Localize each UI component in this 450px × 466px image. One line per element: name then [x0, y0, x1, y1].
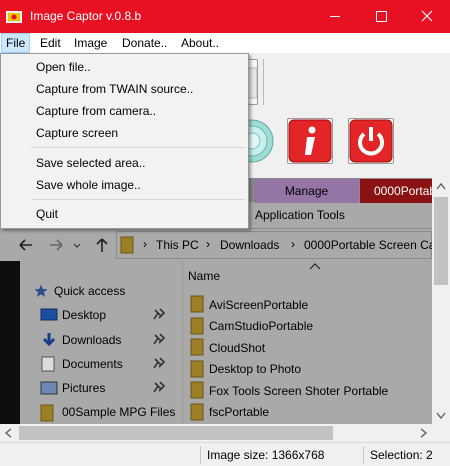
folder-icon: [190, 338, 204, 356]
folder-icon: [190, 403, 204, 421]
close-button[interactable]: [404, 0, 450, 33]
vertical-scrollbar[interactable]: [432, 178, 450, 424]
nav-downloads: Downloads: [62, 333, 122, 347]
captured-nav-icons: [19, 238, 108, 252]
menu-edit[interactable]: Edit: [36, 33, 65, 53]
nav-documents: Documents: [62, 357, 123, 371]
horizontal-scrollbar[interactable]: [0, 424, 432, 442]
address-segment-downloads: Downloads: [220, 238, 280, 252]
nav-sample-folder: 00Sample MPG Files: [62, 405, 176, 419]
maximize-icon: [376, 11, 387, 22]
file-item: Fox Tools Screen Shoter Portable: [209, 384, 389, 398]
nav-desktop: Desktop: [62, 308, 107, 322]
folder-icon: [190, 317, 204, 335]
address-segment-folder: 0000Portable Screen Ca: [304, 238, 432, 252]
info-icon: [288, 119, 332, 163]
folder-icon: [190, 381, 204, 399]
menu-open-file[interactable]: Open file..: [36, 57, 91, 77]
pictures-icon: [40, 381, 58, 395]
pin-icon: [153, 308, 165, 320]
title-bar[interactable]: Image Captor v.0.8.b: [0, 0, 450, 33]
captured-portable-tab: 0000Portab: [360, 179, 432, 203]
column-header-name: Name: [188, 269, 221, 283]
power-icon: [349, 119, 393, 163]
captured-app-tools-tab: Application Tools: [255, 208, 345, 222]
status-image-size: Image size: 1366x768: [207, 448, 325, 462]
desktop-icon: [40, 308, 58, 321]
menu-image[interactable]: Image: [70, 33, 111, 53]
folder-icon: [190, 360, 204, 378]
status-bar: Image size: 1366x768 Selection: 2: [0, 442, 450, 466]
close-icon: [421, 10, 433, 22]
star-icon: [34, 284, 48, 297]
minimize-button[interactable]: [312, 0, 358, 33]
sort-ascending-icon: [309, 263, 321, 270]
pin-icon: [153, 333, 165, 345]
menu-file[interactable]: File: [1, 33, 31, 53]
scroll-down-icon[interactable]: [432, 406, 450, 424]
folder-icon: [120, 236, 134, 254]
menu-capture-screen[interactable]: Capture screen: [36, 123, 118, 143]
menu-capture-camera[interactable]: Capture from camera..: [36, 101, 156, 121]
menu-donate[interactable]: Donate..: [118, 33, 171, 53]
file-item: AviScreenPortable: [209, 298, 309, 312]
folder-icon: [190, 295, 204, 313]
scroll-left-icon[interactable]: [0, 424, 18, 442]
status-divider: [363, 446, 364, 464]
pin-icon: [153, 357, 165, 369]
menu-save-selected-area[interactable]: Save selected area..: [36, 153, 145, 173]
address-chevron: ›: [206, 237, 210, 251]
menu-capture-twain[interactable]: Capture from TWAIN source..: [36, 79, 193, 99]
address-segment-this-pc: This PC: [156, 238, 199, 252]
status-divider: [200, 446, 201, 464]
scrollbar-corner: [432, 424, 450, 442]
documents-icon: [41, 356, 55, 372]
menu-about[interactable]: About..: [177, 33, 223, 53]
file-item: CamStudioPortable: [209, 319, 314, 333]
about-info-button[interactable]: [287, 118, 333, 164]
vertical-scroll-thumb[interactable]: [434, 197, 448, 285]
nav-pictures: Pictures: [62, 381, 106, 395]
file-menu-dropdown: Open file.. Capture from TWAIN source.. …: [0, 53, 249, 229]
status-selection: Selection: 2: [370, 448, 433, 462]
folder-icon: [40, 404, 54, 422]
pane-divider: [182, 261, 183, 424]
file-item: fscPortable: [209, 405, 270, 419]
maximize-button[interactable]: [358, 0, 404, 33]
captured-left-edge: [0, 261, 20, 424]
toolbar-divider: [263, 59, 264, 105]
nav-quick-access: Quick access: [54, 284, 126, 298]
menu-separator: [31, 199, 245, 200]
captured-manage-tab: Manage: [254, 179, 359, 203]
download-icon: [42, 333, 56, 347]
address-chevron: ›: [143, 237, 147, 251]
scroll-right-icon[interactable]: [414, 424, 432, 442]
menu-quit[interactable]: Quit: [36, 204, 58, 224]
window-title: Image Captor v.0.8.b: [30, 9, 142, 23]
minimize-icon: [330, 16, 340, 17]
quit-button[interactable]: [348, 118, 394, 164]
file-item: CloudShot: [209, 341, 266, 355]
pin-icon: [153, 381, 165, 393]
app-icon: [6, 11, 22, 23]
address-chevron: ›: [291, 237, 295, 251]
scroll-up-icon[interactable]: [432, 178, 450, 196]
horizontal-scroll-thumb[interactable]: [19, 426, 333, 440]
menu-bar: File Edit Image Donate.. About..: [0, 33, 450, 53]
file-item: Desktop to Photo: [209, 362, 302, 376]
menu-save-whole-image[interactable]: Save whole image..: [36, 175, 141, 195]
menu-separator: [31, 147, 245, 148]
